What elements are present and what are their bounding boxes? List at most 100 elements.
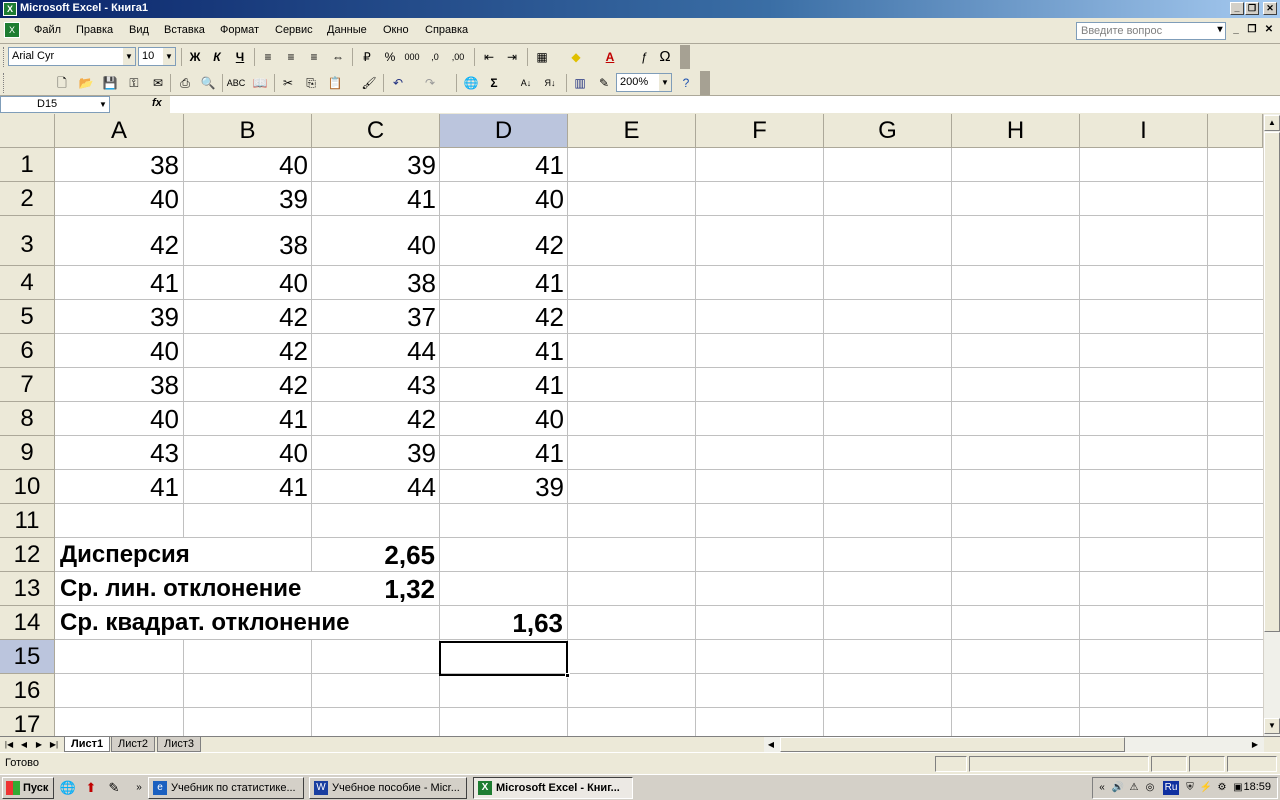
menu-tools[interactable]: Сервис [275,24,313,36]
cell-a9[interactable]: 43 [55,436,183,470]
sheet-tab-3[interactable]: Лист3 [157,737,202,752]
cell-d10[interactable]: 39 [440,470,568,504]
toolbar-grip[interactable] [3,47,6,67]
sheet-tab-1[interactable]: Лист1 [64,737,111,752]
drawing-icon[interactable]: ✎ [594,73,614,93]
cell-c2[interactable]: 41 [312,182,440,216]
cell-a8[interactable]: 40 [55,402,183,436]
borders-icon[interactable]: ▦ [532,47,552,67]
decrease-decimal-icon[interactable]: ,00 [448,47,468,67]
row-header-12[interactable]: 12 [0,538,55,572]
stat-value-mean-abs-deviation[interactable]: 1,32 [312,572,439,606]
minimize-button[interactable]: _ [1230,2,1244,15]
doc-close-button[interactable]: ✕ [1263,24,1275,36]
chevron-down-icon[interactable]: ▼ [123,48,135,65]
cell-c6[interactable]: 44 [312,334,440,368]
row-header-5[interactable]: 5 [0,300,55,334]
scroll-left-icon[interactable]: ◀ [764,738,778,752]
sheet-tab-2[interactable]: Лист2 [111,737,156,752]
print-preview-icon[interactable]: 🔍 [198,73,218,93]
align-center-icon[interactable]: ≡ [281,47,301,67]
cell-d8[interactable]: 40 [440,402,568,436]
decrease-indent-icon[interactable]: ⇤ [479,47,499,67]
tray-expand-icon[interactable]: « [1095,781,1109,795]
merge-center-icon[interactable]: ⇔ [328,47,348,67]
align-right-icon[interactable]: ≡ [304,47,324,67]
menu-insert[interactable]: Вставка [164,24,205,36]
menu-help[interactable]: Справка [425,24,468,36]
underline-button[interactable]: Ч [230,47,250,67]
toolbar-options-icon[interactable] [700,71,710,95]
first-sheet-icon[interactable]: |◀ [2,738,16,752]
help-question-input[interactable]: Введите вопрос [1076,22,1226,40]
cell-d3[interactable]: 42 [440,216,568,266]
row-header-4[interactable]: 4 [0,266,55,300]
percent-button[interactable]: % [380,47,400,67]
horizontal-scroll-thumb[interactable] [780,737,1125,752]
font-name-select[interactable]: Arial Cyr ▼ [8,47,136,66]
scroll-up-icon[interactable]: ▲ [1264,115,1280,131]
cell-c1[interactable]: 39 [312,148,440,182]
increase-indent-icon[interactable]: ⇥ [502,47,522,67]
row-header-14[interactable]: 14 [0,606,55,640]
cell-a2[interactable]: 40 [55,182,183,216]
fill-color-icon[interactable]: ◆ [566,47,586,67]
cell-a3[interactable]: 42 [55,216,183,266]
volume-icon[interactable]: 🔊 [1111,781,1125,795]
cell-a5[interactable]: 39 [55,300,183,334]
scroll-down-icon[interactable]: ▼ [1264,718,1280,734]
chevron-down-icon[interactable]: ▼ [163,48,175,65]
chart-wizard-icon[interactable]: ▥ [570,73,590,93]
tool-icon[interactable]: ✎ [105,779,123,797]
paste-icon[interactable]: 📋 [325,73,345,93]
cell-b8[interactable]: 41 [184,402,312,436]
menu-edit[interactable]: Правка [76,24,113,36]
currency-icon[interactable]: ₽ [357,47,377,67]
cell-b4[interactable]: 40 [184,266,312,300]
cell-c10[interactable]: 44 [312,470,440,504]
cell-b3[interactable]: 38 [184,216,312,266]
sort-descending-icon[interactable]: Я↓ [540,73,560,93]
function-icon[interactable]: ƒ [634,47,654,67]
launcher-icon[interactable]: ⬆ [82,779,100,797]
help-dropdown-icon[interactable]: ▾ [1214,24,1226,36]
cell-a4[interactable]: 41 [55,266,183,300]
cell-c3[interactable]: 40 [312,216,440,266]
row-header-16[interactable]: 16 [0,674,55,708]
column-header-f[interactable]: F [696,114,824,148]
cell-b2[interactable]: 39 [184,182,312,216]
cell-d5[interactable]: 42 [440,300,568,334]
cell-a7[interactable]: 38 [55,368,183,402]
menu-file[interactable]: Файл [34,24,61,36]
active-cell-d15[interactable] [439,641,568,676]
cell-c4[interactable]: 38 [312,266,440,300]
cell-d4[interactable]: 41 [440,266,568,300]
restore-button[interactable]: ❐ [1245,2,1259,15]
column-header-b[interactable]: B [184,114,312,148]
cell-d2[interactable]: 40 [440,182,568,216]
font-color-icon[interactable]: A [600,47,620,67]
close-button[interactable]: ✕ [1263,2,1277,15]
row-header-11[interactable]: 11 [0,504,55,538]
thousands-button[interactable]: 000 [402,47,422,67]
column-header-e[interactable]: E [568,114,696,148]
cell-a1[interactable]: 38 [55,148,183,182]
column-header-d[interactable]: D [440,114,568,148]
last-sheet-icon[interactable]: ▶| [47,738,61,752]
stat-value-variance[interactable]: 2,65 [312,538,439,572]
prev-sheet-icon[interactable]: ◀ [17,738,31,752]
cell-c8[interactable]: 42 [312,402,440,436]
cell-c5[interactable]: 37 [312,300,440,334]
cell-b1[interactable]: 40 [184,148,312,182]
cell-d6[interactable]: 41 [440,334,568,368]
row-header-1[interactable]: 1 [0,148,55,182]
row-header-8[interactable]: 8 [0,402,55,436]
align-left-icon[interactable]: ≡ [258,47,278,67]
start-button[interactable]: Пуск [2,777,54,799]
cell-b6[interactable]: 42 [184,334,312,368]
cell-a6[interactable]: 40 [55,334,183,368]
permission-icon[interactable]: ⚿ [124,73,144,93]
row-header-6[interactable]: 6 [0,334,55,368]
antivirus-icon[interactable]: ◎ [1143,781,1157,795]
new-file-icon[interactable]: 🗋 [52,73,72,93]
